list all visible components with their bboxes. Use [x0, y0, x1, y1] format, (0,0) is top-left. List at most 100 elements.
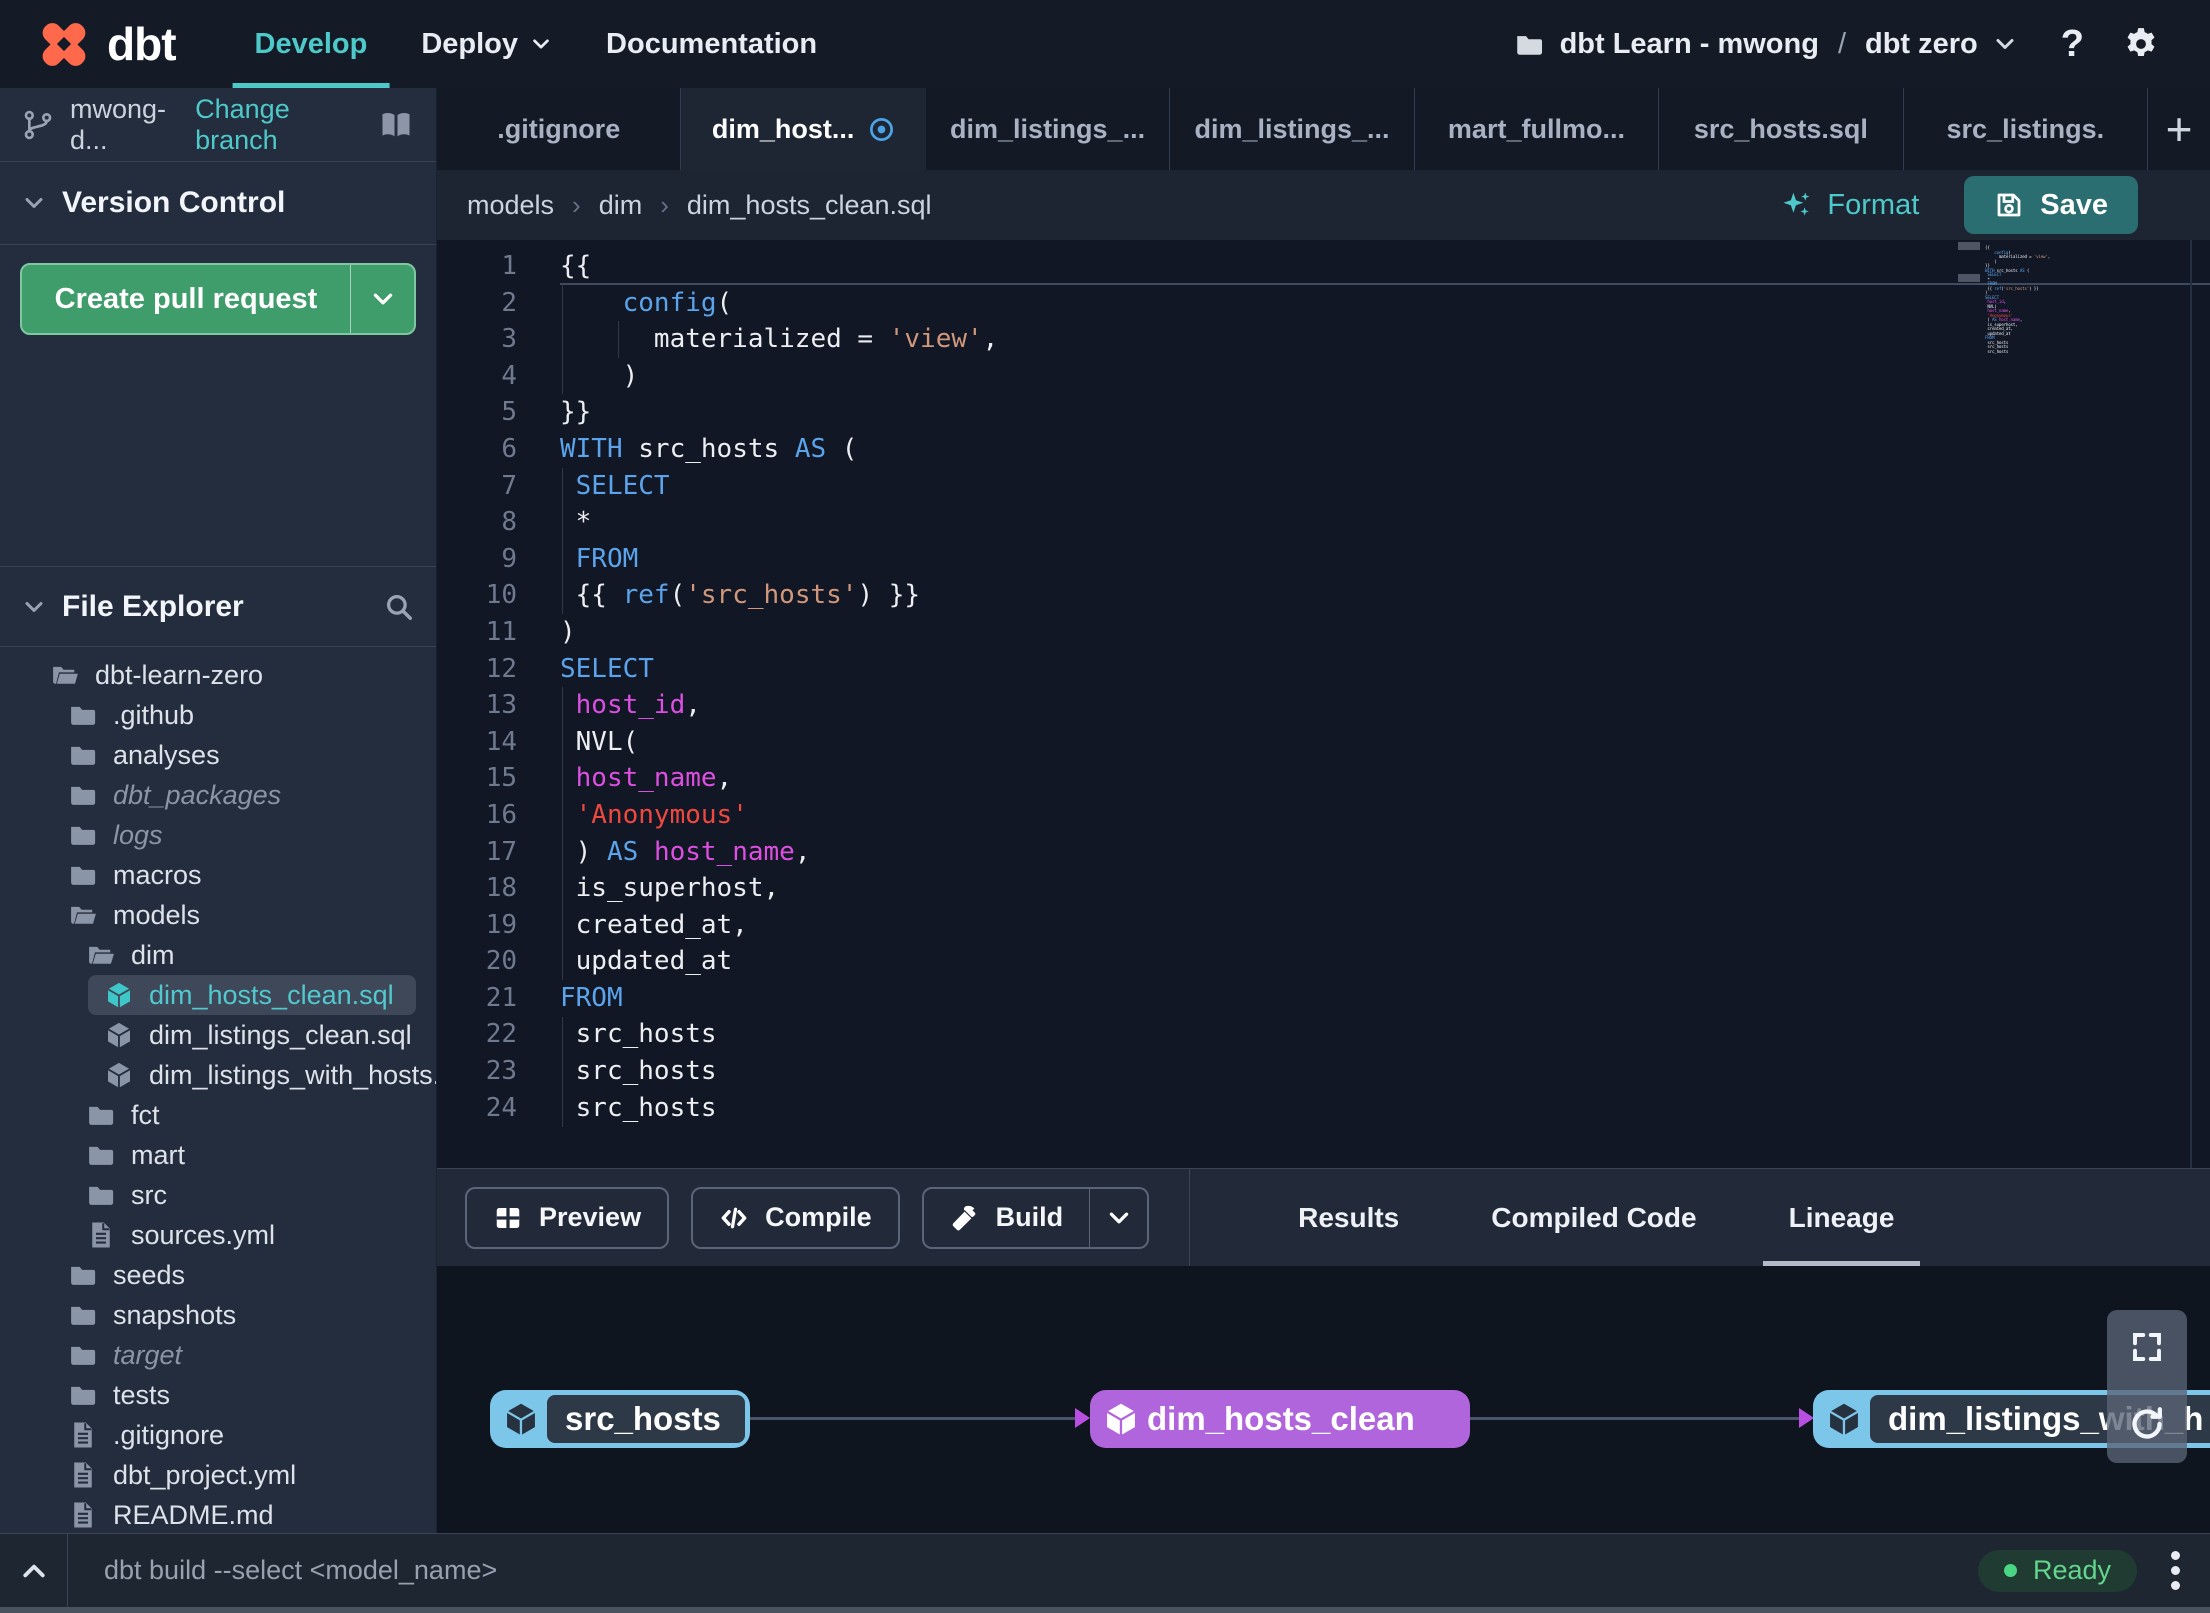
editor-tab-dim-host-[interactable]: dim_host...: [681, 88, 926, 170]
nav-item-develop[interactable]: Develop: [228, 0, 395, 88]
lineage-node-dim-hosts-clean[interactable]: dim_hosts_clean: [1090, 1390, 1470, 1448]
docs-book-button[interactable]: [378, 107, 414, 143]
code-line-22[interactable]: 22 src_hosts: [437, 1016, 2210, 1053]
editor-tab--gitignore[interactable]: .gitignore: [437, 88, 682, 170]
code-line-6[interactable]: 6 WITH src_hosts AS (: [437, 431, 2210, 468]
tree-item-macros[interactable]: macros: [0, 855, 436, 895]
tree-item-dbt-learn-zero[interactable]: dbt-learn-zero: [0, 655, 436, 695]
project-name: dbt zero: [1865, 27, 1978, 60]
kebab-menu-button[interactable]: [2161, 1547, 2190, 1594]
code-line-14[interactable]: 14 NVL(: [437, 724, 2210, 761]
tree-item-logs[interactable]: logs: [0, 815, 436, 855]
file-explorer-header[interactable]: File Explorer: [0, 567, 436, 647]
tree-item-analyses[interactable]: analyses: [0, 735, 436, 775]
refresh-icon[interactable]: [2127, 1404, 2167, 1444]
code-line-11[interactable]: 11): [437, 614, 2210, 651]
tree-item-label: dim_listings_with_hosts...: [149, 1059, 436, 1090]
tree-item-seeds[interactable]: seeds: [0, 1255, 436, 1295]
help-button[interactable]: ?: [2061, 23, 2084, 66]
tree-item-src[interactable]: src: [0, 1175, 436, 1215]
code-line-text: 'Anonymous': [575, 799, 748, 830]
code-line-21[interactable]: 21 FROM: [437, 980, 2210, 1017]
format-button[interactable]: Format: [1781, 189, 1919, 222]
tree-item--gitignore[interactable]: .gitignore: [0, 1415, 436, 1455]
editor-tab-dim-listings-[interactable]: dim_listings_...: [926, 88, 1171, 170]
code-line-8[interactable]: 8 *: [437, 504, 2210, 541]
workspace: mwong-d... Change branch Version Control…: [0, 88, 2210, 1533]
tree-item-mart[interactable]: mart: [0, 1135, 436, 1175]
pull-request-menu-caret[interactable]: [350, 265, 414, 333]
breadcrumb-item[interactable]: dim: [599, 190, 643, 221]
editor-tab-src-listings-[interactable]: src_listings.: [1904, 88, 2149, 170]
code-line-2[interactable]: 2 config(: [437, 285, 2210, 322]
create-pull-request-button[interactable]: Create pull request: [20, 263, 416, 335]
breadcrumb-item[interactable]: models: [467, 190, 554, 221]
version-control-header[interactable]: Version Control: [0, 162, 436, 245]
search-icon[interactable]: [384, 592, 414, 622]
expand-command-bar-button[interactable]: [0, 1534, 68, 1607]
code-line-18[interactable]: 18 is_superhost,: [437, 870, 2210, 907]
lineage-node-src-hosts[interactable]: src_hosts: [490, 1390, 750, 1448]
command-input[interactable]: dbt build --select <model_name>: [104, 1555, 497, 1586]
line-number: 21: [485, 982, 517, 1013]
tree-item-snapshots[interactable]: snapshots: [0, 1295, 436, 1335]
settings-gear-button[interactable]: [2122, 25, 2160, 63]
build-button[interactable]: Build: [921, 1186, 1150, 1249]
code-line-9[interactable]: 9 FROM: [437, 541, 2210, 578]
chevron-down-icon: [22, 595, 46, 619]
code-line-19[interactable]: 19 created_at,: [437, 907, 2210, 944]
tree-item-sources-yml[interactable]: sources.yml: [0, 1215, 436, 1255]
build-options-caret[interactable]: [1089, 1188, 1147, 1247]
tree-item-tests[interactable]: tests: [0, 1375, 436, 1415]
dbt-logo[interactable]: dbt: [35, 15, 177, 73]
nav-item-documentation[interactable]: Documentation: [579, 0, 844, 88]
code-line-17[interactable]: 17 ) AS host_name,: [437, 834, 2210, 871]
code-line-23[interactable]: 23 src_hosts: [437, 1053, 2210, 1090]
model-cube-icon: [1818, 1395, 1870, 1443]
nav-item-deploy[interactable]: Deploy: [394, 0, 579, 88]
code-line-24[interactable]: 24 src_hosts: [437, 1090, 2210, 1127]
fullscreen-icon[interactable]: [2129, 1329, 2165, 1365]
tree-item-readme-md[interactable]: README.md: [0, 1495, 436, 1533]
tree-item-models[interactable]: models: [0, 895, 436, 935]
panel-tab-results[interactable]: Results: [1252, 1169, 1445, 1266]
code-line-1[interactable]: 1{{: [437, 248, 2210, 285]
code-editor[interactable]: 1{{2 config(3 materialized = 'view', 4 ) 5…: [437, 240, 2210, 1168]
preview-button[interactable]: Preview: [465, 1186, 670, 1249]
panel-tab-compiled-code[interactable]: Compiled Code: [1445, 1169, 1742, 1266]
code-line-7[interactable]: 7 SELECT: [437, 468, 2210, 505]
editor-tab-src-hosts-sql[interactable]: src_hosts.sql: [1659, 88, 1904, 170]
breadcrumb-item[interactable]: dim_hosts_clean.sql: [687, 190, 932, 221]
code-line-text: ): [560, 616, 576, 647]
code-line-10[interactable]: 10 {{ ref('src_hosts') }}: [437, 577, 2210, 614]
new-tab-button[interactable]: +: [2148, 88, 2210, 170]
code-line-4[interactable]: 4 ): [437, 358, 2210, 395]
code-line-12[interactable]: 12 SELECT: [437, 651, 2210, 688]
tree-item--github[interactable]: .github: [0, 695, 436, 735]
editor-tab-dim-listings-[interactable]: dim_listings_...: [1170, 88, 1415, 170]
compile-button[interactable]: Compile: [691, 1186, 900, 1249]
project-selector[interactable]: dbt Learn - mwong / dbt zero: [1514, 28, 2017, 61]
code-line-16[interactable]: 16 'Anonymous': [437, 797, 2210, 834]
tree-item-dbt-packages[interactable]: dbt_packages: [0, 775, 436, 815]
tree-item-dim-listings-with-hosts-[interactable]: dim_listings_with_hosts...: [0, 1055, 436, 1095]
panel-tab-lineage[interactable]: Lineage: [1743, 1169, 1941, 1266]
code-line-20[interactable]: 20 updated_at: [437, 943, 2210, 980]
code-line-3[interactable]: 3 materialized = 'view',: [437, 321, 2210, 358]
tree-item-dim-hosts-clean-sql[interactable]: dim_hosts_clean.sql: [88, 975, 416, 1015]
code-line-5[interactable]: 5}}: [437, 394, 2210, 431]
tree-item-target[interactable]: target: [0, 1335, 436, 1375]
editor-tab-mart-fullmo-[interactable]: mart_fullmo...: [1415, 88, 1660, 170]
tree-item-dim-listings-clean-sql[interactable]: dim_listings_clean.sql: [0, 1015, 436, 1055]
code-line-13[interactable]: 13 host_id,: [437, 687, 2210, 724]
create-pull-request-label[interactable]: Create pull request: [22, 265, 350, 333]
tree-item-fct[interactable]: fct: [0, 1095, 436, 1135]
save-button[interactable]: Save: [1964, 176, 2138, 234]
folder-icon: [68, 820, 98, 850]
editor-tab-label: .gitignore: [497, 113, 621, 144]
tree-item-dim[interactable]: dim: [0, 935, 436, 975]
minimap[interactable]: {{ config( materialized = 'view', )}} WIT…: [1985, 245, 2050, 354]
change-branch-link[interactable]: Change branch: [195, 94, 346, 156]
code-line-15[interactable]: 15 host_name,: [437, 760, 2210, 797]
tree-item-dbt-project-yml[interactable]: dbt_project.yml: [0, 1455, 436, 1495]
